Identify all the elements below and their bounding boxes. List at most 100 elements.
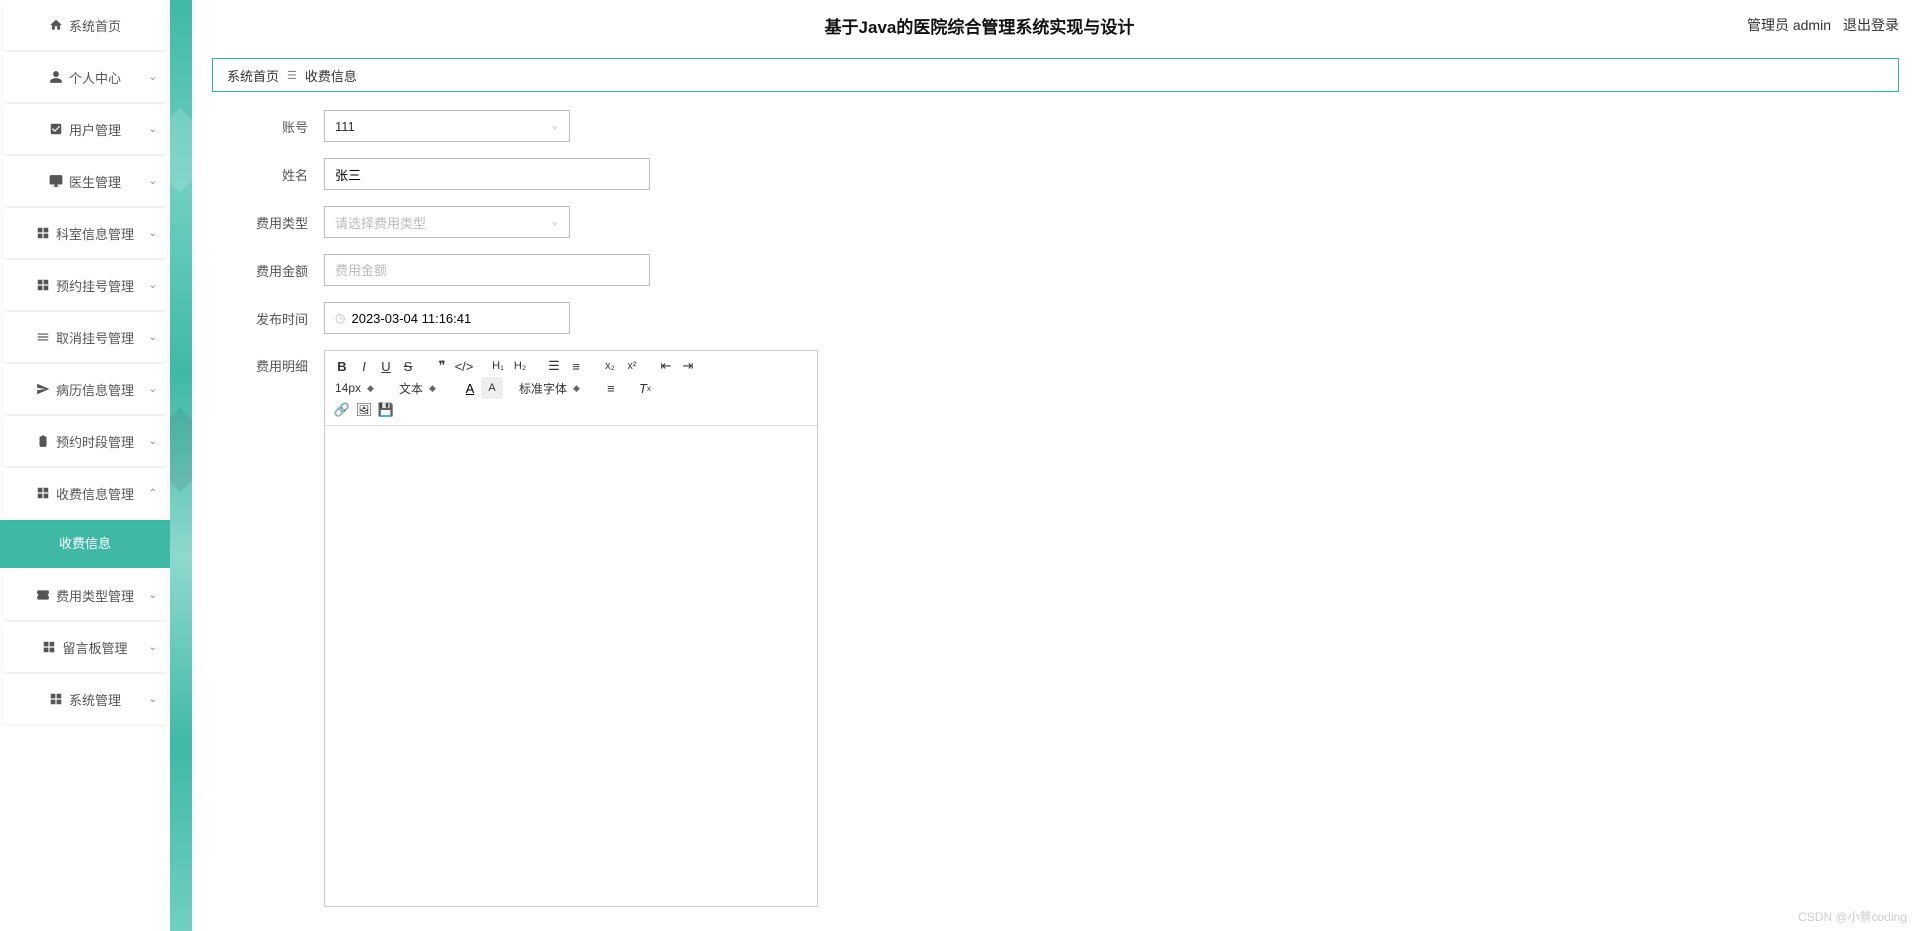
strike-button[interactable]: S (397, 355, 419, 377)
sidebar-item-label: 医生管理 (69, 172, 121, 191)
publish-time-input[interactable] (351, 303, 559, 333)
sidebar-item-profile[interactable]: 个人中心 ⌄ (3, 52, 167, 102)
sidebar-item-label: 预约时段管理 (56, 432, 134, 451)
amount-label: 费用金额 (232, 261, 324, 280)
chevron-down-icon: ⌄ (149, 124, 157, 135)
sidebar-item-label: 系统管理 (69, 690, 121, 709)
list-ul-button[interactable]: ≡ (565, 355, 587, 377)
chevron-down-icon: ⌄ (149, 436, 157, 447)
amount-input[interactable] (335, 255, 639, 285)
sidebar-item-label: 收费信息管理 (56, 484, 134, 503)
chevron-down-icon: ⌄ (149, 176, 157, 187)
sidebar-item-cancel-mgmt[interactable]: 取消挂号管理 ⌄ (3, 312, 167, 362)
publish-time-label: 发布时间 (232, 309, 324, 328)
sidebar-item-label: 留言板管理 (62, 638, 127, 657)
chevron-up-icon: ⌃ (149, 488, 157, 499)
text-color-button[interactable]: A (459, 377, 481, 399)
chevron-down-icon: ⌄ (551, 217, 559, 228)
logout-link[interactable]: 退出登录 (1843, 15, 1899, 35)
chevron-down-icon: ◆ (429, 383, 436, 394)
sidebar: 系统首页 个人中心 ⌄ 用户管理 ⌄ 医生管理 ⌄ 科室信息管理 ⌄ 预约挂号管… (0, 0, 170, 931)
name-label: 姓名 (232, 165, 324, 184)
h2-button[interactable]: H₂ (509, 355, 531, 377)
sidebar-subitem-label: 收费信息 (59, 536, 111, 551)
fee-type-label: 费用类型 (232, 213, 324, 232)
breadcrumb-home[interactable]: 系统首页 (227, 66, 279, 85)
sidebar-item-user-mgmt[interactable]: 用户管理 ⌄ (3, 104, 167, 154)
breadcrumb-separator-icon: ☰ (287, 69, 297, 82)
main-content: 基于Java的医院综合管理系统实现与设计 管理员 admin 退出登录 系统首页… (192, 0, 1919, 931)
chevron-down-icon: ⌄ (149, 642, 157, 653)
fee-type-placeholder: 请选择费用类型 (335, 213, 426, 232)
app-title: 基于Java的医院综合管理系统实现与设计 (212, 13, 1747, 38)
underline-button[interactable]: U (375, 355, 397, 377)
name-input[interactable] (335, 159, 639, 189)
sidebar-subitem-fee-info[interactable]: 收费信息 (0, 520, 170, 568)
list-ol-button[interactable]: ☰ (543, 355, 565, 377)
user-icon (49, 70, 63, 84)
chevron-down-icon: ⌄ (149, 332, 157, 343)
sidebar-item-label: 费用类型管理 (56, 586, 134, 605)
sidebar-item-appoint-mgmt[interactable]: 预约挂号管理 ⌄ (3, 260, 167, 310)
code-button[interactable]: </> (453, 355, 475, 377)
account-value: 111 (335, 119, 355, 134)
editor-content[interactable] (325, 426, 817, 906)
send-icon (36, 382, 50, 396)
image-button[interactable]: 🖼 (353, 399, 375, 421)
amount-input-wrapper (324, 254, 650, 286)
indent-button[interactable]: ⇥ (677, 355, 699, 377)
bg-color-button[interactable]: A (481, 377, 503, 399)
save-button[interactable]: 💾 (375, 399, 397, 421)
sidebar-item-feetype-mgmt[interactable]: 费用类型管理 ⌄ (3, 570, 167, 620)
sidebar-item-doctor-mgmt[interactable]: 医生管理 ⌄ (3, 156, 167, 206)
italic-button[interactable]: I (353, 355, 375, 377)
sidebar-item-system-mgmt[interactable]: 系统管理 ⌄ (3, 674, 167, 724)
clipboard-icon (36, 434, 50, 448)
watermark: CSDN @小蔡coding (1798, 908, 1907, 925)
sidebar-item-label: 病历信息管理 (56, 380, 134, 399)
chevron-down-icon: ⌄ (149, 384, 157, 395)
chevron-down-icon: ⌄ (551, 121, 559, 132)
chevron-down-icon: ⌄ (149, 590, 157, 601)
chevron-down-icon: ⌄ (149, 280, 157, 291)
sidebar-item-fee-mgmt[interactable]: 收费信息管理 ⌃ (3, 468, 167, 518)
bold-button[interactable]: B (331, 355, 353, 377)
link-button[interactable]: 🔗 (331, 399, 353, 421)
align-button[interactable]: ≡ (600, 377, 622, 399)
font-size-select[interactable]: 14px◆ (331, 377, 383, 399)
sidebar-item-board-mgmt[interactable]: 留言板管理 ⌄ (3, 622, 167, 672)
subscript-button[interactable]: x₂ (599, 355, 621, 377)
grid-icon (36, 278, 50, 292)
account-select[interactable]: 111 ⌄ (324, 110, 570, 142)
font-family-select[interactable]: 标准字体◆ (515, 377, 588, 399)
ticket-icon (36, 588, 50, 602)
checkbox-icon (49, 122, 63, 136)
settings-icon (36, 330, 50, 344)
detail-label: 费用明细 (232, 350, 324, 375)
sidebar-item-label: 个人中心 (69, 68, 121, 87)
publish-time-input-wrapper[interactable]: ◷ (324, 302, 570, 334)
clear-format-button[interactable]: Tx (634, 377, 656, 399)
grid-icon (36, 486, 50, 500)
current-user[interactable]: 管理员 admin (1747, 15, 1831, 35)
sidebar-item-home[interactable]: 系统首页 (3, 0, 167, 50)
decorative-strip (170, 0, 192, 931)
sidebar-item-label: 预约挂号管理 (56, 276, 134, 295)
h1-button[interactable]: H₁ (487, 355, 509, 377)
grid-icon (42, 640, 56, 654)
sidebar-item-dept-mgmt[interactable]: 科室信息管理 ⌄ (3, 208, 167, 258)
sidebar-item-label: 系统首页 (69, 16, 121, 35)
sidebar-item-label: 科室信息管理 (56, 224, 134, 243)
sidebar-item-slot-mgmt[interactable]: 预约时段管理 ⌄ (3, 416, 167, 466)
breadcrumb-current: 收费信息 (305, 66, 357, 85)
sidebar-item-record-mgmt[interactable]: 病历信息管理 ⌄ (3, 364, 167, 414)
chevron-down-icon: ◆ (367, 383, 374, 394)
topbar: 基于Java的医院综合管理系统实现与设计 管理员 admin 退出登录 (192, 0, 1919, 50)
form: 账号 111 ⌄ 姓名 费用类型 (192, 110, 1919, 923)
block-type-select[interactable]: 文本◆ (395, 377, 447, 399)
quote-button[interactable]: ❞ (431, 355, 453, 377)
outdent-button[interactable]: ⇤ (655, 355, 677, 377)
superscript-button[interactable]: x² (621, 355, 643, 377)
chevron-down-icon: ◆ (573, 383, 580, 394)
fee-type-select[interactable]: 请选择费用类型 ⌄ (324, 206, 570, 238)
